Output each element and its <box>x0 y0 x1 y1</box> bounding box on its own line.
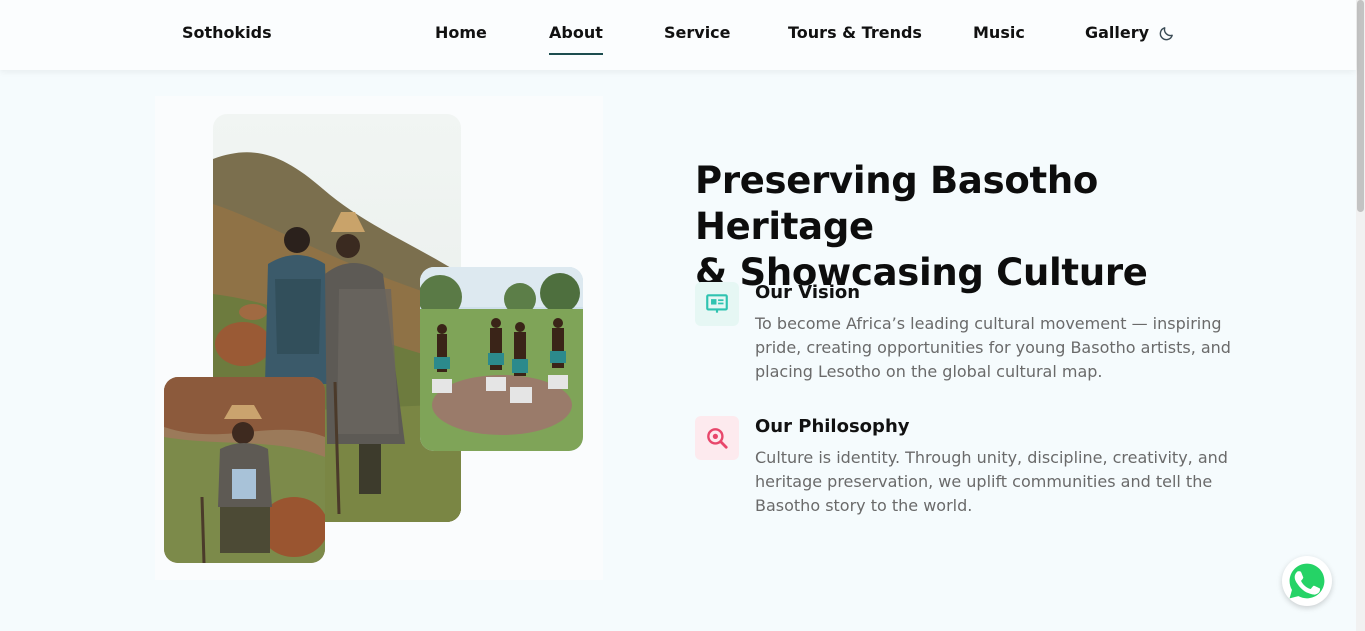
about-headline: Preserving Basotho Heritage & Showcasing… <box>695 158 1275 296</box>
presentation-icon <box>695 282 739 326</box>
moon-icon[interactable] <box>1158 25 1175 42</box>
philosophy-text: Culture is identity. Through unity, disc… <box>755 448 1228 515</box>
vision-title: Our Vision <box>755 282 861 303</box>
whatsapp-icon <box>1289 563 1325 599</box>
nav-tours-trends[interactable]: Tours & Trends <box>788 23 922 42</box>
whatsapp-button[interactable] <box>1282 556 1332 606</box>
nav-home[interactable]: Home <box>435 23 487 42</box>
magnifier-icon <box>695 416 739 460</box>
photo-dancers <box>420 267 583 451</box>
page: Sothokids Home About Service Tours & Tre… <box>0 0 1365 631</box>
nav-music[interactable]: Music <box>973 23 1025 42</box>
vision-text: To become Africa’s leading cultural move… <box>755 314 1231 381</box>
nav-gallery[interactable]: Gallery <box>1085 23 1149 42</box>
philosophy-title: Our Philosophy <box>755 416 910 437</box>
top-navbar: Sothokids Home About Service Tours & Tre… <box>0 0 1356 70</box>
nav-service[interactable]: Service <box>664 23 731 42</box>
page-scrollbar[interactable] <box>1356 0 1365 631</box>
about-image-collage <box>155 96 603 580</box>
brand-logo[interactable]: Sothokids <box>182 23 272 42</box>
headline-line-1: Preserving Basotho Heritage <box>695 159 1098 248</box>
nav-about[interactable]: About <box>549 23 603 55</box>
photo-herdsman <box>164 377 325 563</box>
scrollbar-thumb[interactable] <box>1357 0 1364 212</box>
